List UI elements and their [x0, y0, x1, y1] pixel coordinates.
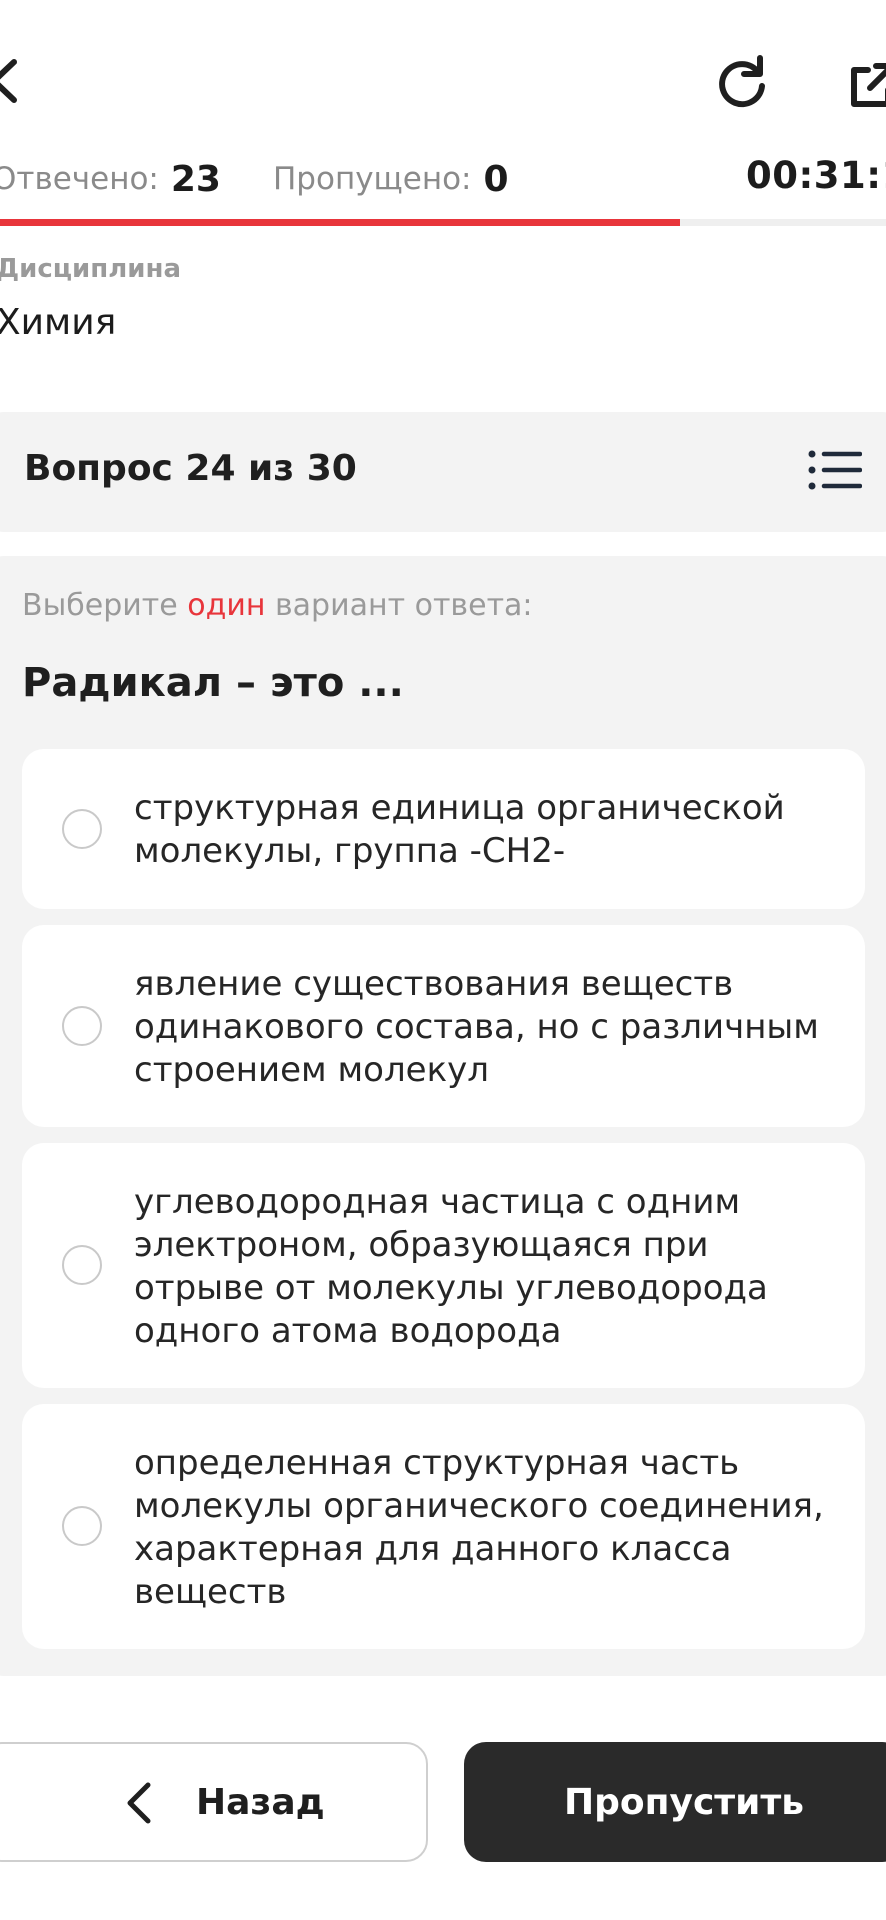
skipped-count: 0: [483, 158, 509, 200]
instruction-prefix: Выберите: [22, 588, 188, 623]
test-screen: Отвечено: 23 Пропущено: 0 00:31:17 Дисци…: [0, 0, 886, 1920]
answer-option-2[interactable]: явление существования веществ одинаковог…: [22, 925, 865, 1127]
radio-icon[interactable]: [62, 1506, 102, 1546]
timer: 00:31:17: [746, 154, 886, 197]
instruction-suffix: вариант ответа:: [265, 588, 533, 623]
answer-option-text: углеводородная частица с одним электроно…: [134, 1182, 768, 1351]
progress-bar: [0, 219, 680, 226]
answer-option-1[interactable]: структурная единица органической молекул…: [22, 749, 865, 909]
bottom-overflow-strip: [0, 1900, 886, 1920]
refresh-icon[interactable]: [712, 52, 772, 112]
answered-label: Отвечено:: [0, 161, 159, 197]
answer-option-text: структурная единица органической молекул…: [134, 788, 785, 871]
question-counter: Вопрос 24 из 30: [24, 448, 357, 489]
chevron-left-icon: [127, 1782, 151, 1824]
answer-option-text: определенная структурная часть молекулы …: [134, 1443, 824, 1612]
share-icon[interactable]: [846, 60, 886, 112]
skip-button-label: Пропустить: [563, 1782, 805, 1823]
answer-stats: Отвечено: 23 Пропущено: 0: [0, 156, 509, 202]
radio-icon[interactable]: [62, 1245, 102, 1285]
instruction-text: Выберите один вариант ответа:: [22, 588, 533, 623]
question-title: Радикал – это ...: [22, 660, 404, 706]
answered-count: 23: [170, 158, 221, 200]
discipline-label: Дисциплина: [0, 254, 182, 284]
discipline-value: Химия: [0, 302, 117, 343]
radio-icon[interactable]: [62, 1006, 102, 1046]
instruction-accent: один: [187, 588, 266, 623]
answer-option-3[interactable]: углеводородная частица с одним электроно…: [22, 1143, 865, 1388]
radio-icon[interactable]: [62, 809, 102, 849]
answer-option-4[interactable]: определенная структурная часть молекулы …: [22, 1404, 865, 1649]
back-chevron-icon[interactable]: [0, 56, 22, 106]
top-bar: [0, 0, 886, 160]
back-button-label: Назад: [196, 1782, 325, 1823]
skipped-label: Пропущено:: [272, 161, 472, 197]
answer-option-text: явление существования веществ одинаковог…: [134, 964, 819, 1090]
list-icon[interactable]: [808, 448, 862, 492]
